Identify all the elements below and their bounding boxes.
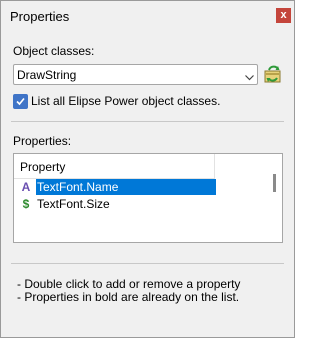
property-column-header-label: Property [20, 160, 66, 174]
object-classes-label: Object classes: [13, 44, 95, 58]
dialog-title: Properties [10, 9, 70, 24]
dollar-icon: $ [22, 197, 30, 211]
object-classes-value: DrawString [17, 68, 77, 82]
object-classes-dropdown[interactable]: DrawString [13, 64, 258, 85]
property-name: TextFont.Name [36, 179, 216, 195]
list-all-checkbox-label[interactable]: List all Elipse Power object classes. [31, 94, 220, 108]
hint-bold-properties: - Properties in bold are already on the … [17, 290, 240, 304]
property-column-header[interactable]: Property [14, 154, 215, 179]
list-all-checkbox[interactable] [13, 94, 28, 109]
separator [11, 263, 284, 264]
property-row-textfont-name[interactable]: A TextFont.Name [14, 179, 216, 195]
close-button[interactable]: x [276, 8, 291, 23]
dialog-body: Object classes: DrawString List all Elip… [1, 32, 294, 337]
refresh-icon [264, 65, 281, 83]
chevron-down-icon [245, 70, 254, 81]
properties-list[interactable]: Property A TextFont.Name $ TextFont.Size [13, 153, 283, 243]
title-bar: Properties x [1, 1, 294, 32]
check-icon [16, 97, 25, 106]
hint-double-click: - Double click to add or remove a proper… [17, 277, 241, 291]
refresh-classes-button[interactable] [263, 64, 283, 84]
separator [11, 121, 284, 122]
scrollbar-thumb[interactable] [273, 174, 276, 192]
property-name: TextFont.Size [37, 197, 110, 211]
property-row-textfont-size[interactable]: $ TextFont.Size [14, 196, 216, 212]
properties-dialog: Properties x Object classes: DrawString … [0, 0, 295, 338]
text-font-icon: A [21, 180, 31, 194]
properties-label: Properties: [13, 134, 72, 148]
